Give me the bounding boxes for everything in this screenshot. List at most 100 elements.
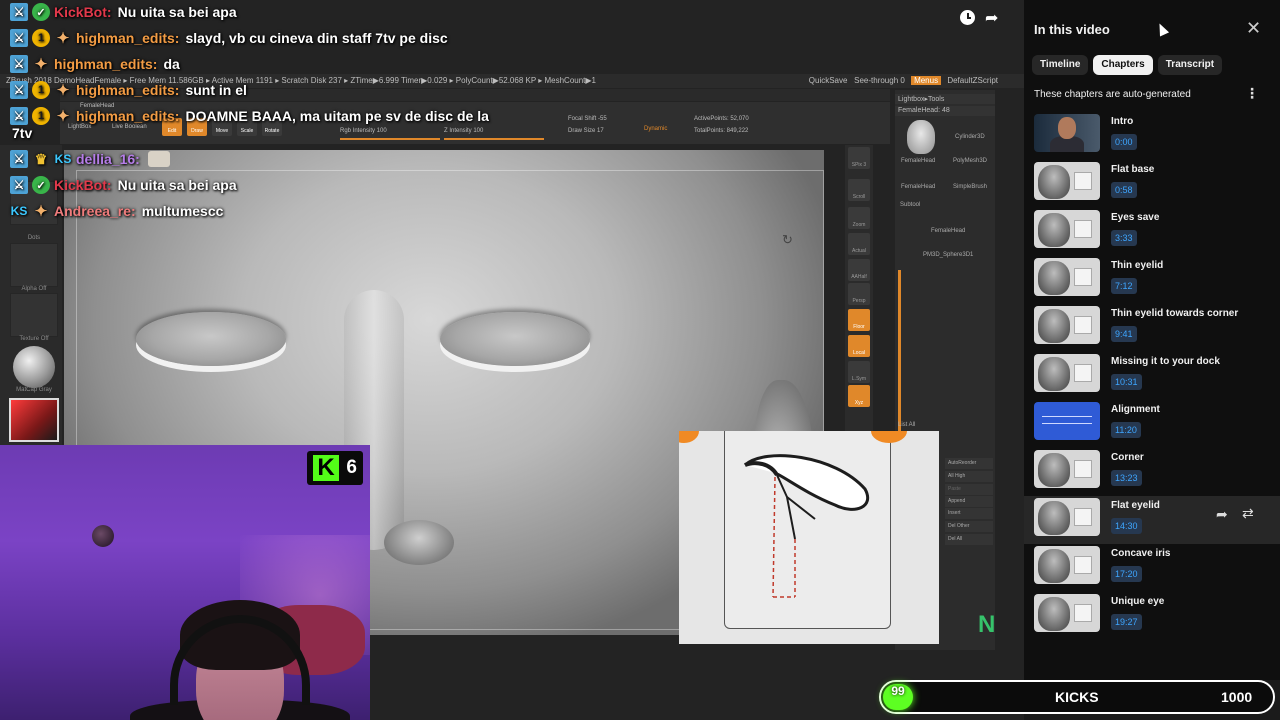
chat-username[interactable]: KickBot: [54, 4, 107, 20]
chapter-timestamp[interactable]: 14:30: [1111, 518, 1142, 534]
z-intensity-track[interactable]: [444, 138, 544, 140]
chapter-item[interactable]: Concave iris 17:20: [1024, 544, 1280, 592]
chapter-timestamp[interactable]: 0:58: [1111, 182, 1137, 198]
chat-username[interactable]: KickBot: [54, 177, 107, 193]
chapter-title: Flat eyelid: [1111, 500, 1160, 511]
chapter-loop-icon[interactable]: ⇄: [1242, 505, 1254, 522]
chapter-thumbnail[interactable]: [1034, 450, 1100, 488]
chapter-thumbnail[interactable]: [1034, 162, 1100, 200]
chapter-thumbnail[interactable]: [1034, 594, 1100, 632]
chat-username[interactable]: highman_edits: [76, 108, 175, 124]
matcap-sphere[interactable]: [13, 346, 55, 388]
spix-button[interactable]: SPix 3: [848, 147, 870, 169]
chapter-title: Thin eyelid towards corner: [1111, 308, 1239, 319]
menus-button[interactable]: Menus: [911, 76, 942, 85]
chapter-timestamp[interactable]: 10:31: [1111, 374, 1142, 390]
chapter-timestamp[interactable]: 19:27: [1111, 614, 1142, 630]
list-all-button[interactable]: List All: [898, 422, 915, 428]
chapter-timestamp[interactable]: 17:20: [1111, 566, 1142, 582]
local-button[interactable]: Local: [848, 335, 870, 357]
insert-button[interactable]: Insert: [945, 508, 993, 519]
chapter-thumbnail[interactable]: [1034, 546, 1100, 584]
chapter-timestamp[interactable]: 13:23: [1111, 470, 1142, 486]
xyz-button[interactable]: Xyz: [848, 385, 870, 407]
del-all-button[interactable]: Del All: [945, 534, 993, 545]
rgb-intensity-slider[interactable]: Rgb Intensity 100: [340, 128, 387, 134]
active-points-readout: ActivePoints: 52,070: [694, 116, 749, 122]
subscriber-badge-icon: 1: [32, 107, 50, 125]
focal-shift-slider[interactable]: Focal Shift -55: [568, 116, 607, 122]
chapter-item[interactable]: Intro 0:00: [1024, 112, 1280, 160]
chat-username[interactable]: highman_edits: [54, 56, 153, 72]
kick-logo-icon: K: [313, 455, 339, 481]
lsym-button[interactable]: L.Sym: [848, 361, 870, 383]
del-other-button[interactable]: Del Other: [945, 521, 993, 532]
more-options-icon[interactable]: ⋮: [1245, 86, 1259, 102]
chat-username[interactable]: highman_edits: [76, 82, 175, 98]
chat-message: KS ✦ Andreea_re: multumescc: [10, 199, 224, 223]
chat-text: Nu uita sa bei apa: [117, 177, 237, 193]
append-button[interactable]: Append: [945, 496, 993, 507]
chapter-timestamp[interactable]: 9:41: [1111, 326, 1137, 342]
draw-size-slider[interactable]: Draw Size 17: [568, 128, 604, 134]
chapter-timestamp[interactable]: 11:20: [1111, 422, 1141, 438]
chapter-thumbnail[interactable]: [1034, 402, 1100, 440]
chapter-item[interactable]: Missing it to your dock 10:31: [1024, 352, 1280, 400]
paste-button[interactable]: Paste: [945, 484, 993, 495]
chapter-item[interactable]: Thin eyelid 7:12: [1024, 256, 1280, 304]
chapter-item[interactable]: Flat base 0:58: [1024, 160, 1280, 208]
chapter-thumbnail[interactable]: [1034, 258, 1100, 296]
z-intensity-slider[interactable]: Z Intensity 100: [444, 128, 483, 134]
floor-button[interactable]: Floor: [848, 309, 870, 331]
chapter-item[interactable]: Flat eyelid 14:30 ➦ ⇄: [1024, 496, 1280, 544]
chapter-timestamp[interactable]: 7:12: [1111, 278, 1137, 294]
tab-chapters[interactable]: Chapters: [1093, 55, 1153, 75]
chapter-item[interactable]: Eyes save 3:33: [1024, 208, 1280, 256]
zoom-button[interactable]: Zoom: [848, 207, 870, 229]
tab-timeline[interactable]: Timeline: [1032, 55, 1089, 75]
moderator-badge-icon: ⚔: [10, 3, 28, 21]
autoreorder-button[interactable]: AutoReorder: [945, 458, 993, 469]
chapter-item[interactable]: Alignment 11:20: [1024, 400, 1280, 448]
chat-username[interactable]: highman_edits: [76, 30, 175, 46]
texture-slot[interactable]: [10, 293, 58, 337]
chat-username[interactable]: Andreea_re: [54, 203, 131, 219]
close-icon[interactable]: ✕: [1246, 20, 1261, 38]
subtool-femalehead[interactable]: FemaleHead: [931, 228, 965, 234]
tool-thumb-femalehead[interactable]: [907, 120, 935, 154]
chapter-thumbnail[interactable]: [1034, 354, 1100, 392]
chapter-item[interactable]: Corner 13:23: [1024, 448, 1280, 496]
dynamic-toggle[interactable]: Dynamic: [644, 126, 667, 132]
chat-username[interactable]: dellia_16: [76, 151, 135, 167]
see-through-slider[interactable]: See-through 0: [854, 76, 905, 85]
rgb-intensity-track[interactable]: [340, 138, 440, 140]
share-icon[interactable]: ➦: [985, 8, 998, 28]
watch-later-icon[interactable]: [960, 10, 975, 25]
chapter-thumbnail[interactable]: [1034, 306, 1100, 344]
chapter-thumbnail[interactable]: [1034, 210, 1100, 248]
chat-separator: :: [106, 4, 112, 20]
chapter-share-icon[interactable]: ➦: [1216, 506, 1228, 523]
chat-text: Nu uita sa bei apa: [117, 4, 237, 20]
tab-transcript[interactable]: Transcript: [1157, 55, 1223, 75]
all-high-button[interactable]: All High: [945, 471, 993, 482]
chat-text: 7tv: [12, 125, 33, 141]
subtool-header[interactable]: Subtool: [900, 202, 920, 208]
persp-button[interactable]: Persp: [848, 283, 870, 305]
chapter-timestamp[interactable]: 3:33: [1111, 230, 1137, 246]
quicksave-button[interactable]: QuickSave: [809, 76, 848, 85]
chapter-thumbnail[interactable]: [1034, 114, 1100, 152]
chapter-item[interactable]: Unique eye 19:27: [1024, 592, 1280, 640]
chapter-thumbnail[interactable]: [1034, 498, 1100, 536]
moderator-badge-icon: ⚔: [10, 55, 28, 73]
chapter-timestamp[interactable]: 0:00: [1111, 134, 1137, 150]
alpha-slot[interactable]: [10, 243, 58, 287]
scroll-button[interactable]: Scroll: [848, 179, 870, 201]
color-picker[interactable]: [9, 398, 59, 442]
chapter-item[interactable]: Thin eyelid towards corner 9:41: [1024, 304, 1280, 352]
chat-message: ⚔ 1 ✦ highman_edits: slayd, vb cu cineva din…: [10, 26, 448, 50]
subtool-sphere[interactable]: PM3D_Sphere3D1: [923, 252, 973, 258]
aahalf-button[interactable]: AAHalf: [848, 259, 870, 281]
zscript-button[interactable]: DefaultZScript: [947, 76, 998, 85]
actual-button[interactable]: Actual: [848, 233, 870, 255]
